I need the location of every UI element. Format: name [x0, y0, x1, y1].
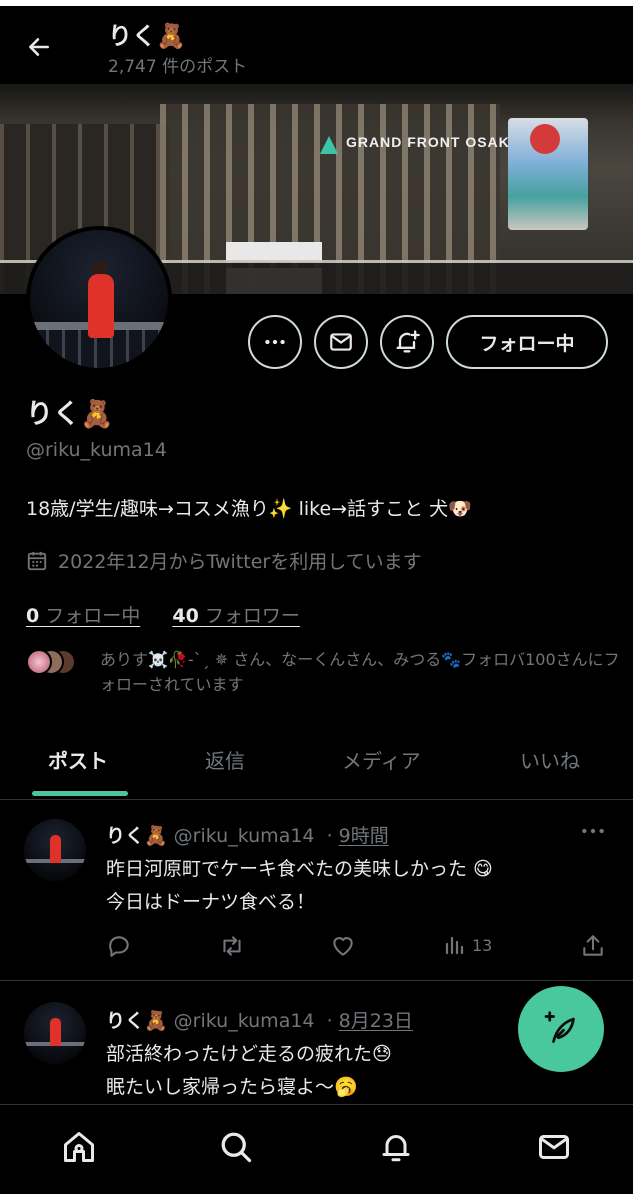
tweet-more-button[interactable]: [580, 821, 606, 846]
home-icon: [64, 1132, 94, 1162]
tweet-avatar[interactable]: [24, 819, 86, 881]
more-horizontal-icon: [582, 828, 604, 834]
following-count: 0: [26, 605, 40, 627]
like-button[interactable]: [330, 933, 356, 959]
message-button[interactable]: [314, 315, 368, 369]
banner-billboard-graphic: [530, 124, 560, 154]
following-link[interactable]: 0 フォロー中: [26, 601, 140, 628]
nav-home[interactable]: [59, 1127, 99, 1167]
tweet-author-name[interactable]: りく🧸: [106, 1010, 168, 1032]
joined-text: 2022年12月からTwitterを利用しています: [58, 551, 422, 573]
tweet-text-line: 眠たいし家帰ったら寝よ〜🥱: [106, 1076, 358, 1098]
tweet-author-handle: @riku_kuma14: [173, 825, 315, 847]
banner-light-panel: [226, 242, 322, 262]
more-options-button[interactable]: [248, 315, 302, 369]
tab-replies[interactable]: 返信: [205, 745, 245, 774]
views-count: 13: [472, 935, 493, 955]
reply-button[interactable]: [106, 933, 132, 959]
profile-avatar[interactable]: [26, 226, 172, 372]
header-title: りく🧸: [108, 22, 186, 50]
followers-label: フォロワー: [204, 605, 300, 627]
profile-tabs: ポスト 返信 メディア いいね: [0, 730, 633, 800]
followers-link[interactable]: 40 フォロワー: [172, 601, 300, 628]
post-count: 2,747 件のポスト: [108, 57, 248, 77]
display-name: りく🧸: [26, 399, 114, 430]
joined-date: 2022年12月からTwitterを利用しています: [26, 547, 422, 574]
share-button[interactable]: [580, 933, 606, 959]
known-followers-text: ありす☠️🥀-ˋˏ ✵ さん、なーくんさん、みつる🐾フォロバ100さんにフォロー…: [100, 650, 620, 694]
views-button[interactable]: 13: [442, 933, 492, 957]
nav-messages[interactable]: [534, 1127, 574, 1167]
profile-bio: 18歳/学生/趣味→コスメ漁り✨ like→話すこと 犬🐶: [26, 498, 472, 520]
tweet-header: りく🧸 @riku_kuma14 · 8月23日: [106, 1006, 413, 1033]
following-button[interactable]: フォロー中: [446, 315, 608, 369]
repost-icon: [223, 936, 241, 956]
profile-header: りく🧸 2,747 件のポスト: [0, 6, 633, 84]
envelope-icon: [539, 1135, 569, 1159]
tweet-text: 部活終わったけど走るの疲れた😓 眠たいし家帰ったら寝よ〜🥱: [106, 1038, 392, 1104]
search-icon: [221, 1132, 252, 1163]
known-followers-avatars: [26, 649, 80, 675]
tweet-timestamp[interactable]: 8月23日: [339, 1010, 413, 1032]
tweet-text-line: 部活終わったけど走るの疲れた😓: [106, 1043, 392, 1065]
follow-stats: 0 フォロー中 40 フォロワー: [26, 601, 326, 628]
envelope-icon: [330, 333, 352, 351]
back-button[interactable]: [22, 30, 56, 64]
tab-posts[interactable]: ポスト: [48, 745, 108, 774]
banner-sign-text: GRAND FRONT OSAKA: [346, 134, 521, 150]
tweet-separator: ·: [326, 825, 333, 847]
tweet-text-line: 今日はドーナツ食べる！: [106, 891, 316, 913]
more-horizontal-icon: [265, 339, 285, 345]
tweet-actions: 13: [106, 933, 606, 961]
tweet-avatar[interactable]: [24, 1002, 86, 1064]
avatar: [26, 649, 52, 675]
share-icon: [583, 935, 603, 956]
tab-likes[interactable]: いいね: [520, 745, 580, 774]
compose-post-button[interactable]: [518, 986, 604, 1072]
tweet-timestamp[interactable]: 9時間: [339, 825, 389, 847]
bar-chart-icon: [445, 936, 464, 955]
feather-plus-icon: [544, 1011, 575, 1043]
reply-icon: [109, 936, 129, 957]
tab-media[interactable]: メディア: [342, 745, 421, 774]
bell-plus-icon: [396, 330, 420, 353]
user-handle: @riku_kuma14: [26, 439, 167, 461]
nav-notifications[interactable]: [376, 1127, 416, 1167]
tweet-author-handle: @riku_kuma14: [173, 1010, 315, 1032]
calendar-icon: [27, 551, 47, 570]
followers-count: 40: [172, 605, 199, 627]
arrow-left-icon: [29, 38, 49, 56]
avatar-person: [88, 274, 114, 338]
tweet-author-name[interactable]: りく🧸: [106, 825, 168, 847]
bottom-navigation: [0, 1104, 633, 1194]
tweet-separator: ·: [326, 1010, 333, 1032]
tweet-header: りく🧸 @riku_kuma14 · 9時間: [106, 821, 389, 848]
tweet-text: 昨日河原町でケーキ食べたの美味しかった 😋 今日はドーナツ食べる！: [106, 853, 493, 919]
heart-icon: [333, 937, 353, 956]
nav-search[interactable]: [216, 1127, 256, 1167]
bell-icon: [382, 1135, 410, 1162]
active-tab-indicator: [32, 791, 128, 796]
tweet[interactable]: りく🧸 @riku_kuma14 · 9時間 昨日河原町でケーキ食べたの美味しかっ…: [0, 801, 633, 981]
notify-button[interactable]: [380, 315, 434, 369]
repost-button[interactable]: [218, 933, 246, 959]
following-label: フォロー中: [45, 605, 141, 627]
bottom-frame-edge: [0, 1194, 633, 1200]
tweet-text-line: 昨日河原町でケーキ食べたの美味しかった 😋: [106, 858, 493, 880]
